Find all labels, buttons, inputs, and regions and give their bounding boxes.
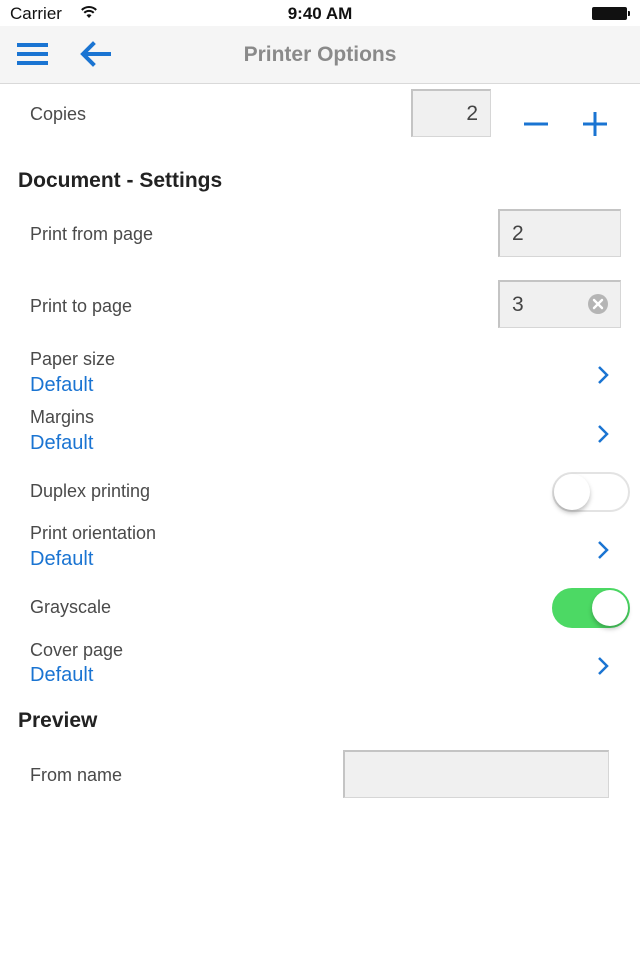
battery-icon (592, 7, 630, 20)
grayscale-label: Grayscale (30, 597, 112, 617)
status-bar: Carrier 9:40 AM (0, 0, 640, 26)
from-name-label: From name (30, 765, 123, 785)
paper-size-value[interactable]: Default (30, 374, 93, 397)
grayscale-toggle[interactable] (552, 588, 630, 628)
chevron-right-icon[interactable] (596, 656, 610, 676)
margins-label: Margins (30, 407, 95, 427)
section-title-document-settings: Document - Settings (18, 169, 223, 192)
section-title-preview: Preview (18, 709, 98, 732)
duplex-printing-label: Duplex printing (30, 481, 151, 501)
plus-icon[interactable] (580, 109, 610, 139)
chevron-right-icon[interactable] (596, 540, 610, 560)
minus-icon[interactable] (521, 109, 551, 139)
copies-label: Copies (30, 104, 87, 124)
chevron-right-icon[interactable] (596, 424, 610, 444)
toggle-knob (554, 474, 590, 510)
duplex-printing-toggle[interactable] (552, 472, 630, 512)
print-to-page-label: Print to page (30, 296, 133, 316)
copies-input[interactable] (411, 89, 491, 137)
toggle-knob (592, 590, 628, 626)
cover-page-value[interactable]: Default (30, 664, 93, 687)
print-orientation-label: Print orientation (30, 523, 157, 543)
cover-page-label: Cover page (30, 640, 124, 660)
print-from-page-label: Print from page (30, 224, 154, 244)
clock: 9:40 AM (287, 4, 353, 23)
print-orientation-value[interactable]: Default (30, 548, 93, 571)
print-from-page-input[interactable] (498, 209, 621, 257)
from-name-input[interactable] (343, 750, 609, 798)
navigation-bar: Printer Options (0, 26, 640, 84)
clear-circle-icon[interactable] (587, 293, 609, 315)
page-title: Printer Options (243, 43, 397, 66)
paper-size-label: Paper size (30, 349, 116, 369)
chevron-right-icon[interactable] (596, 365, 610, 385)
margins-value[interactable]: Default (30, 432, 93, 455)
